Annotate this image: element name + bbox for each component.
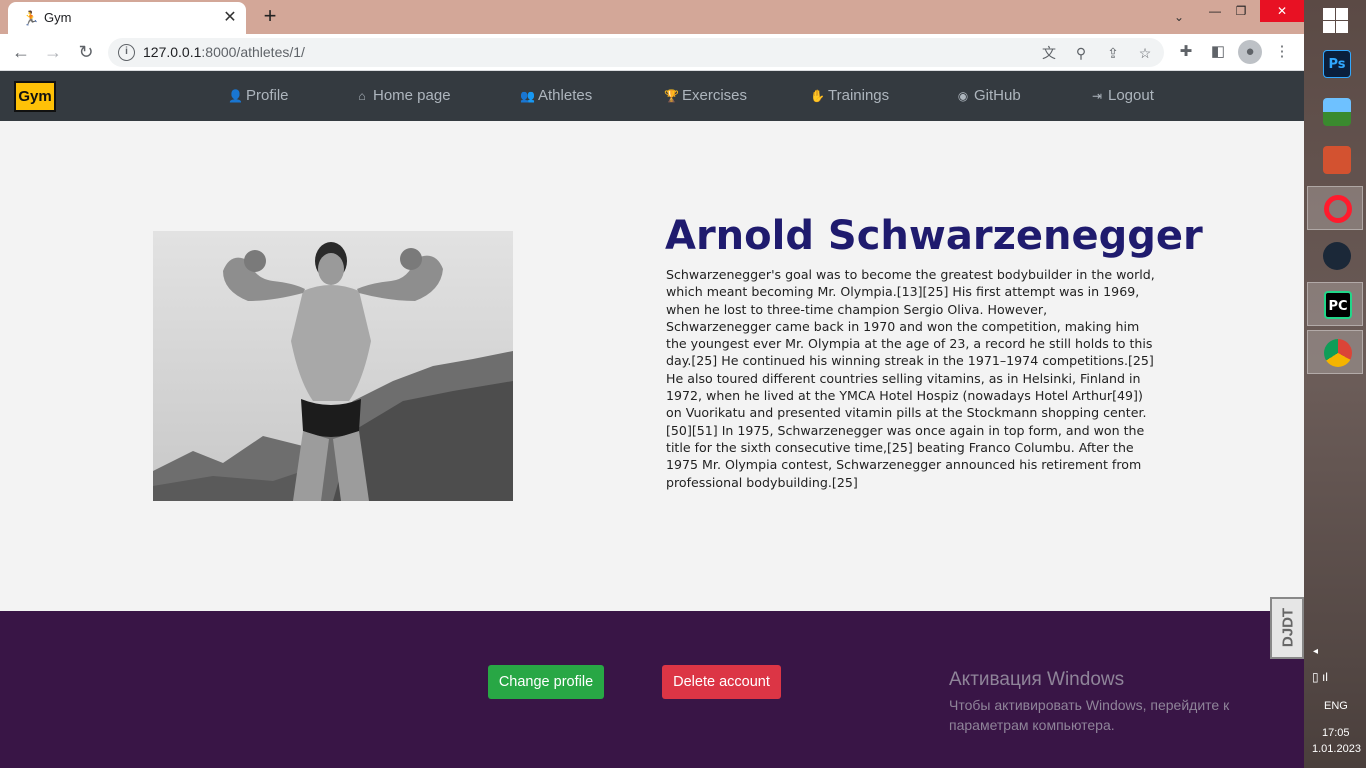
translate-icon[interactable]: 文 xyxy=(1038,42,1060,64)
tray-network-battery-icon[interactable]: ▯ ıl xyxy=(1312,670,1328,684)
django-debug-toolbar-handle[interactable]: DJDT xyxy=(1270,597,1304,659)
zoom-icon[interactable]: ⚲ xyxy=(1070,42,1092,64)
taskbar-powerpoint[interactable] xyxy=(1307,138,1363,182)
running-man-icon: 🏃 xyxy=(22,10,40,26)
extensions-icon[interactable]: ✚ xyxy=(1174,40,1198,64)
taskbar-photoshop[interactable]: Ps xyxy=(1307,42,1363,86)
change-profile-button[interactable]: Change profile xyxy=(488,665,604,699)
reload-icon[interactable]: ↻ xyxy=(73,39,99,65)
powerpoint-icon xyxy=(1323,146,1351,174)
steam-icon xyxy=(1323,242,1351,270)
photos-icon xyxy=(1323,98,1351,126)
trophy-icon: 🏆 xyxy=(664,89,679,103)
athlete-name: Arnold Schwarzenegger xyxy=(665,213,1203,259)
profile-avatar-icon[interactable]: ● xyxy=(1238,40,1262,64)
activation-watermark-title: Активация Windows xyxy=(949,669,1125,690)
url-host: 127.0.0.1 xyxy=(143,44,202,60)
window-close-button[interactable]: ✕ xyxy=(1260,0,1304,22)
athlete-detail: Arnold Schwarzenegger Schwarzenegger's g… xyxy=(0,121,1304,611)
delete-account-button[interactable]: Delete account xyxy=(662,665,781,699)
nav-label: Profile xyxy=(246,87,289,104)
nav-home[interactable]: ⌂ Home page xyxy=(355,87,451,104)
browser-tab[interactable]: 🏃 Gym ✕ xyxy=(8,2,246,34)
logout-icon: ⇥ xyxy=(1091,89,1103,103)
back-icon[interactable]: ← xyxy=(8,39,34,65)
nav-label: Home page xyxy=(373,87,451,104)
site-info-icon[interactable]: i xyxy=(118,44,135,61)
share-icon[interactable]: ⇪ xyxy=(1102,42,1124,64)
taskbar-chrome[interactable] xyxy=(1307,330,1363,374)
windows-start-icon[interactable] xyxy=(1321,6,1349,34)
forward-icon[interactable]: → xyxy=(40,39,66,65)
activation-watermark-text: Чтобы активировать Windows, перейдите к … xyxy=(949,697,1230,733)
tab-strip: 🏃 Gym ✕ + ⌄ — ❐ ✕ xyxy=(0,0,1304,34)
side-panel-icon[interactable]: ◧ xyxy=(1206,40,1230,64)
nav-label: GitHub xyxy=(974,87,1021,104)
chrome-icon xyxy=(1324,339,1352,367)
users-icon: 👥 xyxy=(520,89,535,103)
tab-title: Gym xyxy=(44,10,72,25)
nav-trainings[interactable]: ✋ Trainings xyxy=(810,87,889,104)
taskbar-photos[interactable] xyxy=(1307,90,1363,134)
browser-toolbar: ← → ↻ i 127.0.0.1:8000/athletes/1/ 文 ⚲ ⇪… xyxy=(0,34,1304,71)
user-icon: 👤 xyxy=(228,89,243,103)
restore-button[interactable]: ❐ xyxy=(1226,0,1256,22)
tray-overflow-icon[interactable]: ◂ xyxy=(1313,646,1318,657)
nav-label: Exercises xyxy=(682,87,748,104)
nav-label: Trainings xyxy=(828,87,890,104)
bookmark-star-icon[interactable]: ☆ xyxy=(1134,42,1156,64)
pycharm-icon: PC xyxy=(1324,291,1352,319)
taskbar-steam[interactable] xyxy=(1307,234,1363,278)
nav-profile[interactable]: 👤 Profile xyxy=(228,87,289,104)
clock-time[interactable]: 17:05 xyxy=(1322,727,1350,739)
djdt-label: DJDT xyxy=(1279,607,1297,648)
address-bar[interactable]: i 127.0.0.1:8000/athletes/1/ 文 ⚲ ⇪ ☆ xyxy=(108,38,1164,67)
nav-label: Logout xyxy=(1108,87,1154,104)
nav-label: Athletes xyxy=(538,87,593,104)
opera-icon xyxy=(1324,195,1352,223)
photoshop-icon: Ps xyxy=(1323,50,1351,78)
athlete-bio: Schwarzenegger's goal was to become the … xyxy=(666,267,1155,490)
hand-icon: ✋ xyxy=(810,89,825,103)
close-tab-icon[interactable]: ✕ xyxy=(220,8,240,28)
nav-athletes[interactable]: 👥 Athletes xyxy=(520,87,592,104)
url-text[interactable]: 127.0.0.1:8000/athletes/1/ xyxy=(143,44,305,60)
menu-kebab-icon[interactable]: ⋮ xyxy=(1270,40,1294,64)
nav-logout[interactable]: ⇥ Logout xyxy=(1090,87,1154,104)
language-indicator[interactable]: ENG xyxy=(1324,700,1348,712)
clock-date[interactable]: 1.01.2023 xyxy=(1312,743,1361,755)
home-icon: ⌂ xyxy=(358,89,366,103)
brand-logo[interactable]: Gym xyxy=(14,81,56,112)
site-navbar: Gym 👤 Profile ⌂ Home page 👥 Athletes 🏆 Exerc… xyxy=(0,71,1304,121)
new-tab-button[interactable]: + xyxy=(258,4,282,28)
browser-window: 🏃 Gym ✕ + ⌄ — ❐ ✕ ← → ↻ i 127.0.0.1:8000… xyxy=(0,0,1304,768)
nav-github[interactable]: ◉ GitHub xyxy=(956,87,1021,104)
github-icon: ◉ xyxy=(957,89,969,103)
taskbar-opera[interactable] xyxy=(1307,186,1363,230)
bodybuilder-photo xyxy=(153,231,513,501)
athlete-photo xyxy=(153,231,513,501)
nav-exercises[interactable]: 🏆 Exercises xyxy=(664,87,747,104)
url-path: :8000/athletes/1/ xyxy=(201,44,305,60)
taskbar-pycharm[interactable]: PC xyxy=(1307,282,1363,326)
tab-search-icon[interactable]: ⌄ xyxy=(1168,6,1190,28)
